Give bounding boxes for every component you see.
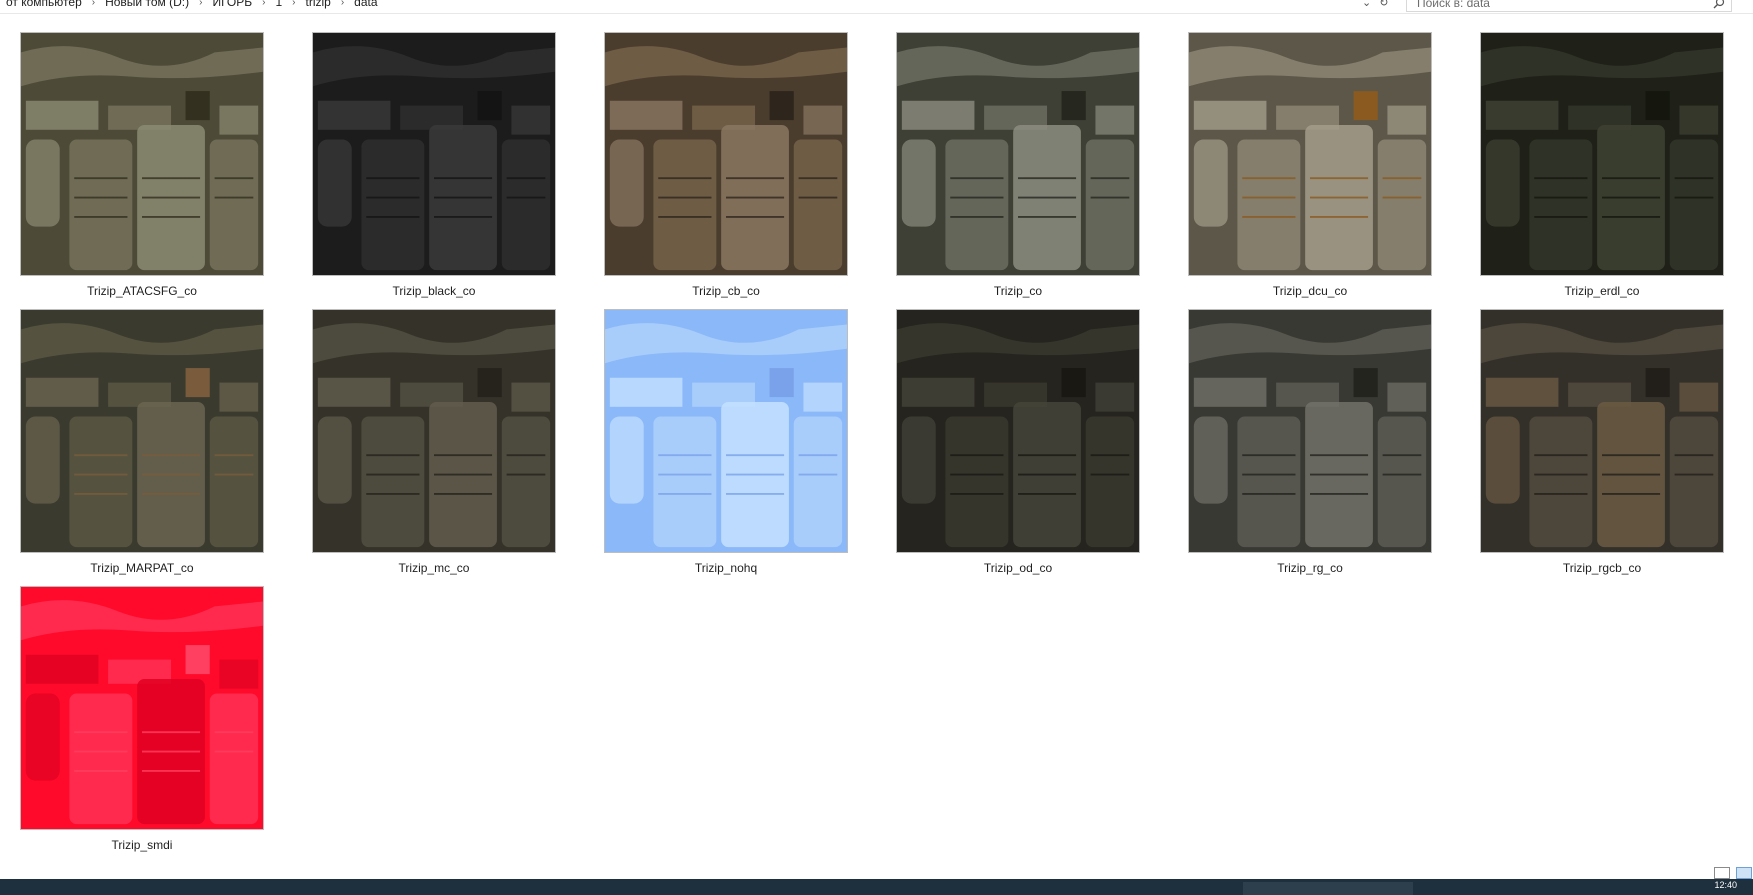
search-placeholder: Поиск в: data (1417, 0, 1490, 10)
file-name: Trizip_black_co (392, 284, 476, 298)
file-thumbnail (20, 586, 264, 830)
chevron-right-icon: › (262, 0, 266, 8)
file-thumbnail (604, 309, 848, 553)
file-thumbnail (312, 32, 556, 276)
file-thumbnail (1188, 309, 1432, 553)
file-thumbnail (20, 32, 264, 276)
breadcrumb-item[interactable]: 1 (269, 0, 288, 9)
file-thumbnail (1188, 32, 1432, 276)
chevron-right-icon: › (91, 0, 96, 8)
file-thumbnail (20, 309, 264, 553)
search-icon (1713, 0, 1725, 9)
file-thumbnail (604, 32, 848, 276)
chevron-right-icon: › (292, 0, 296, 8)
taskbar-app[interactable] (1243, 882, 1413, 895)
taskbar: 12:40 (0, 879, 1753, 895)
file-name: Trizip_rg_co (1277, 561, 1343, 575)
address-bar: от компьютер › Новый том (D:) › ИГОРЬ › … (0, 0, 1753, 14)
chevron-down-icon[interactable]: ⌄ (1362, 0, 1371, 9)
breadcrumb-item[interactable]: от компьютер (0, 0, 88, 9)
chevron-right-icon: › (340, 0, 345, 8)
taskbar-clock: 12:40 (1714, 880, 1737, 890)
file-name: Trizip_co (993, 284, 1043, 298)
file-thumbnail (1480, 32, 1724, 276)
view-buttons (1714, 867, 1752, 879)
file-name: Trizip_mc_co (398, 561, 470, 575)
breadcrumb-item[interactable]: Новый том (D:) (99, 0, 195, 9)
file-name: Trizip_dcu_co (1272, 284, 1348, 298)
file-name: Trizip_MARPAT_co (90, 561, 194, 575)
file-thumbnail (312, 309, 556, 553)
file-name: Trizip_ATACSFG_co (87, 284, 197, 298)
file-name: Trizip_nohq (694, 561, 758, 575)
file-name: Trizip_cb_co (692, 284, 760, 298)
thumbnails-view-icon[interactable] (1736, 867, 1752, 879)
breadcrumb-item[interactable]: data (348, 0, 383, 9)
search-input[interactable]: Поиск в: data (1406, 0, 1732, 12)
breadcrumb: от компьютер › Новый том (D:) › ИГОРЬ › … (0, 0, 384, 10)
file-name: Trizip_rgcb_co (1562, 561, 1642, 575)
chevron-right-icon: › (199, 0, 203, 8)
file-thumbnail (896, 32, 1140, 276)
file-thumbnail (896, 309, 1140, 553)
file-grid: Trizip_ATACSFG_co Trizip_black_co Trizip_c… (0, 14, 1753, 879)
file-thumbnail (1480, 309, 1724, 553)
details-view-icon[interactable] (1714, 867, 1730, 879)
file-name: Trizip_erdl_co (1564, 284, 1640, 298)
file-name: Trizip_od_co (983, 561, 1053, 575)
address-buttons: ⌄ ↻ (1362, 0, 1388, 9)
breadcrumb-item[interactable]: trizip (299, 0, 336, 9)
refresh-icon[interactable]: ↻ (1379, 0, 1388, 9)
breadcrumb-item[interactable]: ИГОРЬ (206, 0, 258, 9)
file-name: Trizip_smdi (111, 838, 173, 852)
